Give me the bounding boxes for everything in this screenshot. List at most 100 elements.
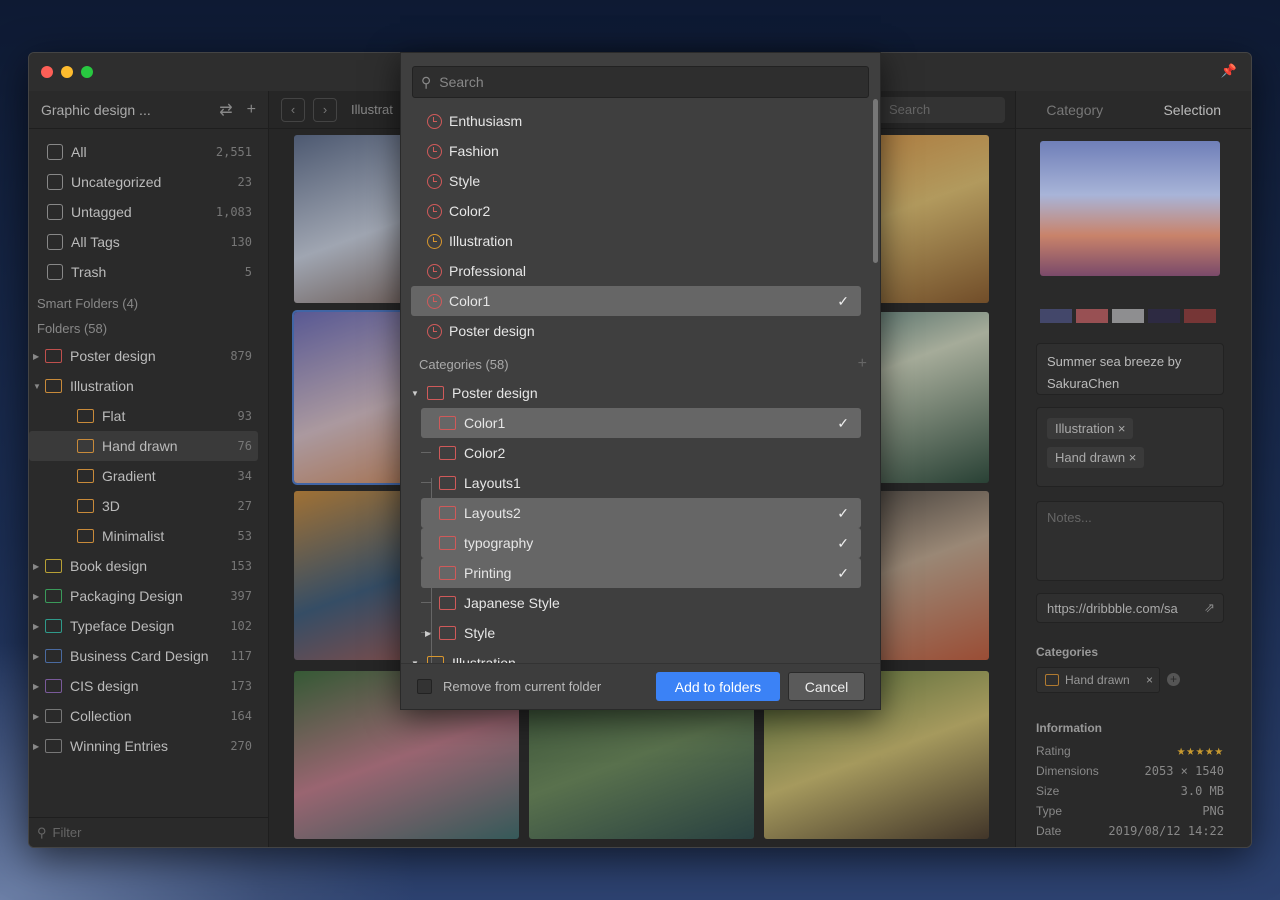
close-button[interactable]	[41, 66, 53, 78]
rating-stars[interactable]: ★★★★★	[1177, 743, 1224, 759]
scrollbar[interactable]	[873, 99, 878, 263]
back-button[interactable]: ‹	[281, 97, 305, 122]
sidebar-item-all[interactable]: All 2,551	[29, 137, 268, 167]
recent-folder-item[interactable]: Poster design	[411, 316, 861, 346]
folders-header[interactable]: Folders (58)	[29, 316, 268, 341]
tag-chip[interactable]: Hand drawn ×	[1047, 447, 1145, 468]
folder-item[interactable]: Minimalist 53	[29, 521, 268, 551]
subfolder-item[interactable]: Japanese Style	[421, 588, 861, 618]
subfolder-item[interactable]: Layouts1	[421, 468, 861, 498]
title-field[interactable]: Summer sea breeze by SakuraChen	[1036, 343, 1224, 395]
color-swatch[interactable]	[1040, 309, 1072, 323]
folder-item[interactable]: ▶ Business Card Design 117	[29, 641, 268, 671]
category-poster-design[interactable]: ▼ Poster design	[411, 378, 861, 408]
caret-right-icon[interactable]: ▶	[33, 562, 45, 571]
grid-search-input[interactable]: Search	[875, 97, 1005, 123]
recent-folder-item[interactable]: Style	[411, 166, 861, 196]
smart-folders-header[interactable]: Smart Folders (4)	[29, 291, 268, 316]
recent-folder-item[interactable]: Enthusiasm	[411, 106, 861, 136]
cancel-button[interactable]: Cancel	[788, 672, 865, 701]
minimize-button[interactable]	[61, 66, 73, 78]
caret-right-icon[interactable]: ▶	[33, 622, 45, 631]
remove-icon[interactable]: ×	[1146, 673, 1153, 687]
subfolder-item[interactable]: Printing ✓	[421, 558, 861, 588]
tags-field[interactable]: Illustration × Hand drawn ×	[1036, 407, 1224, 487]
sort-icon[interactable]: ⇄	[219, 100, 232, 120]
caret-right-icon[interactable]: ▶	[33, 742, 45, 751]
caret-right-icon[interactable]: ▶	[33, 682, 45, 691]
folder-item[interactable]: ▶ Packaging Design 397	[29, 581, 268, 611]
caret-right-icon[interactable]: ▶	[425, 629, 431, 638]
sidebar-item-uncategorized[interactable]: Uncategorized 23	[29, 167, 268, 197]
recent-folder-item[interactable]: Professional	[411, 256, 861, 286]
recent-folder-item[interactable]: Fashion	[411, 136, 861, 166]
folder-item[interactable]: ▶ Typeface Design 102	[29, 611, 268, 641]
tab-category[interactable]: Category	[1016, 102, 1134, 118]
recent-folder-item[interactable]: Illustration	[411, 226, 861, 256]
folder-item[interactable]: Flat 93	[29, 401, 268, 431]
sidebar-item-trash[interactable]: Trash 5	[29, 257, 268, 287]
folder-item[interactable]: Hand drawn 76	[29, 431, 258, 461]
add-category-icon[interactable]: +	[858, 355, 867, 373]
folder-icon	[45, 709, 62, 723]
add-icon[interactable]: +	[247, 101, 256, 119]
caret-right-icon[interactable]: ▶	[33, 592, 45, 601]
trash-icon	[47, 264, 63, 280]
zoom-button[interactable]	[81, 66, 93, 78]
tab-selection[interactable]: Selection	[1134, 102, 1252, 118]
clock-icon	[427, 143, 442, 159]
folder-icon	[45, 739, 62, 753]
tag-chip[interactable]: Illustration ×	[1047, 418, 1134, 439]
remove-checkbox[interactable]	[417, 679, 432, 694]
caret-right-icon[interactable]: ▶	[33, 712, 45, 721]
open-link-icon[interactable]: ⇗	[1204, 600, 1215, 616]
folder-icon	[77, 409, 94, 423]
library-name[interactable]: Graphic design ...	[41, 102, 151, 118]
clock-icon	[427, 263, 442, 279]
folder-icon	[439, 506, 456, 520]
remove-tag-icon[interactable]: ×	[1114, 421, 1126, 436]
remove-tag-icon[interactable]: ×	[1125, 450, 1137, 465]
color-swatch[interactable]	[1148, 309, 1180, 323]
folder-item[interactable]: ▼ Illustration	[29, 371, 268, 401]
caret-right-icon[interactable]: ▶	[33, 352, 45, 361]
sidebar-item-untagged[interactable]: Untagged 1,083	[29, 197, 268, 227]
notes-field[interactable]: Notes...	[1036, 501, 1224, 581]
recent-folder-item[interactable]: Color1 ✓	[411, 286, 861, 316]
url-field[interactable]: https://dribbble.com/sa ⇗	[1036, 593, 1224, 623]
subfolder-item[interactable]: Layouts2 ✓	[421, 498, 861, 528]
category-chip[interactable]: Hand drawn ×	[1036, 667, 1160, 693]
recent-folder-item[interactable]: Color2	[411, 196, 861, 226]
question-icon	[47, 174, 63, 190]
filter-input[interactable]: ⚲ Filter	[29, 817, 268, 847]
sidebar-item-all-tags[interactable]: All Tags 130	[29, 227, 268, 257]
info-value: PNG	[1202, 804, 1224, 818]
dialog-search-input[interactable]: ⚲ Search	[412, 66, 869, 98]
folder-item[interactable]: Gradient 34	[29, 461, 268, 491]
color-swatch[interactable]	[1184, 309, 1216, 323]
subfolder-item[interactable]: typography ✓	[421, 528, 861, 558]
caret-down-icon[interactable]: ▼	[33, 382, 45, 391]
subfolder-item[interactable]: Color2	[421, 438, 861, 468]
subfolder-item[interactable]: ▶ Style	[421, 618, 861, 648]
info-row: Date 2019/08/12 14:22	[1036, 824, 1224, 838]
pin-icon[interactable]: 📌	[1221, 63, 1237, 79]
caret-right-icon[interactable]: ▶	[33, 652, 45, 661]
caret-down-icon[interactable]: ▼	[411, 389, 427, 398]
add-category-icon[interactable]: +	[1167, 673, 1180, 686]
folder-item[interactable]: ▶ Winning Entries 270	[29, 731, 268, 761]
color-swatch[interactable]	[1076, 309, 1108, 323]
categories-header: Categories (58) +	[419, 355, 867, 373]
folder-item[interactable]: ▶ Book design 153	[29, 551, 268, 581]
folder-item[interactable]: ▶ Collection 164	[29, 701, 268, 731]
subfolder-item[interactable]: Color1 ✓	[421, 408, 861, 438]
forward-button[interactable]: ›	[313, 97, 337, 122]
checkmark-icon: ✓	[837, 534, 849, 551]
folder-icon	[77, 439, 94, 453]
folder-icon	[45, 379, 62, 393]
add-to-folders-button[interactable]: Add to folders	[656, 672, 780, 701]
folder-item[interactable]: ▶ CIS design 173	[29, 671, 268, 701]
folder-item[interactable]: 3D 27	[29, 491, 268, 521]
folder-item[interactable]: ▶ Poster design 879	[29, 341, 268, 371]
color-swatch[interactable]	[1112, 309, 1144, 323]
